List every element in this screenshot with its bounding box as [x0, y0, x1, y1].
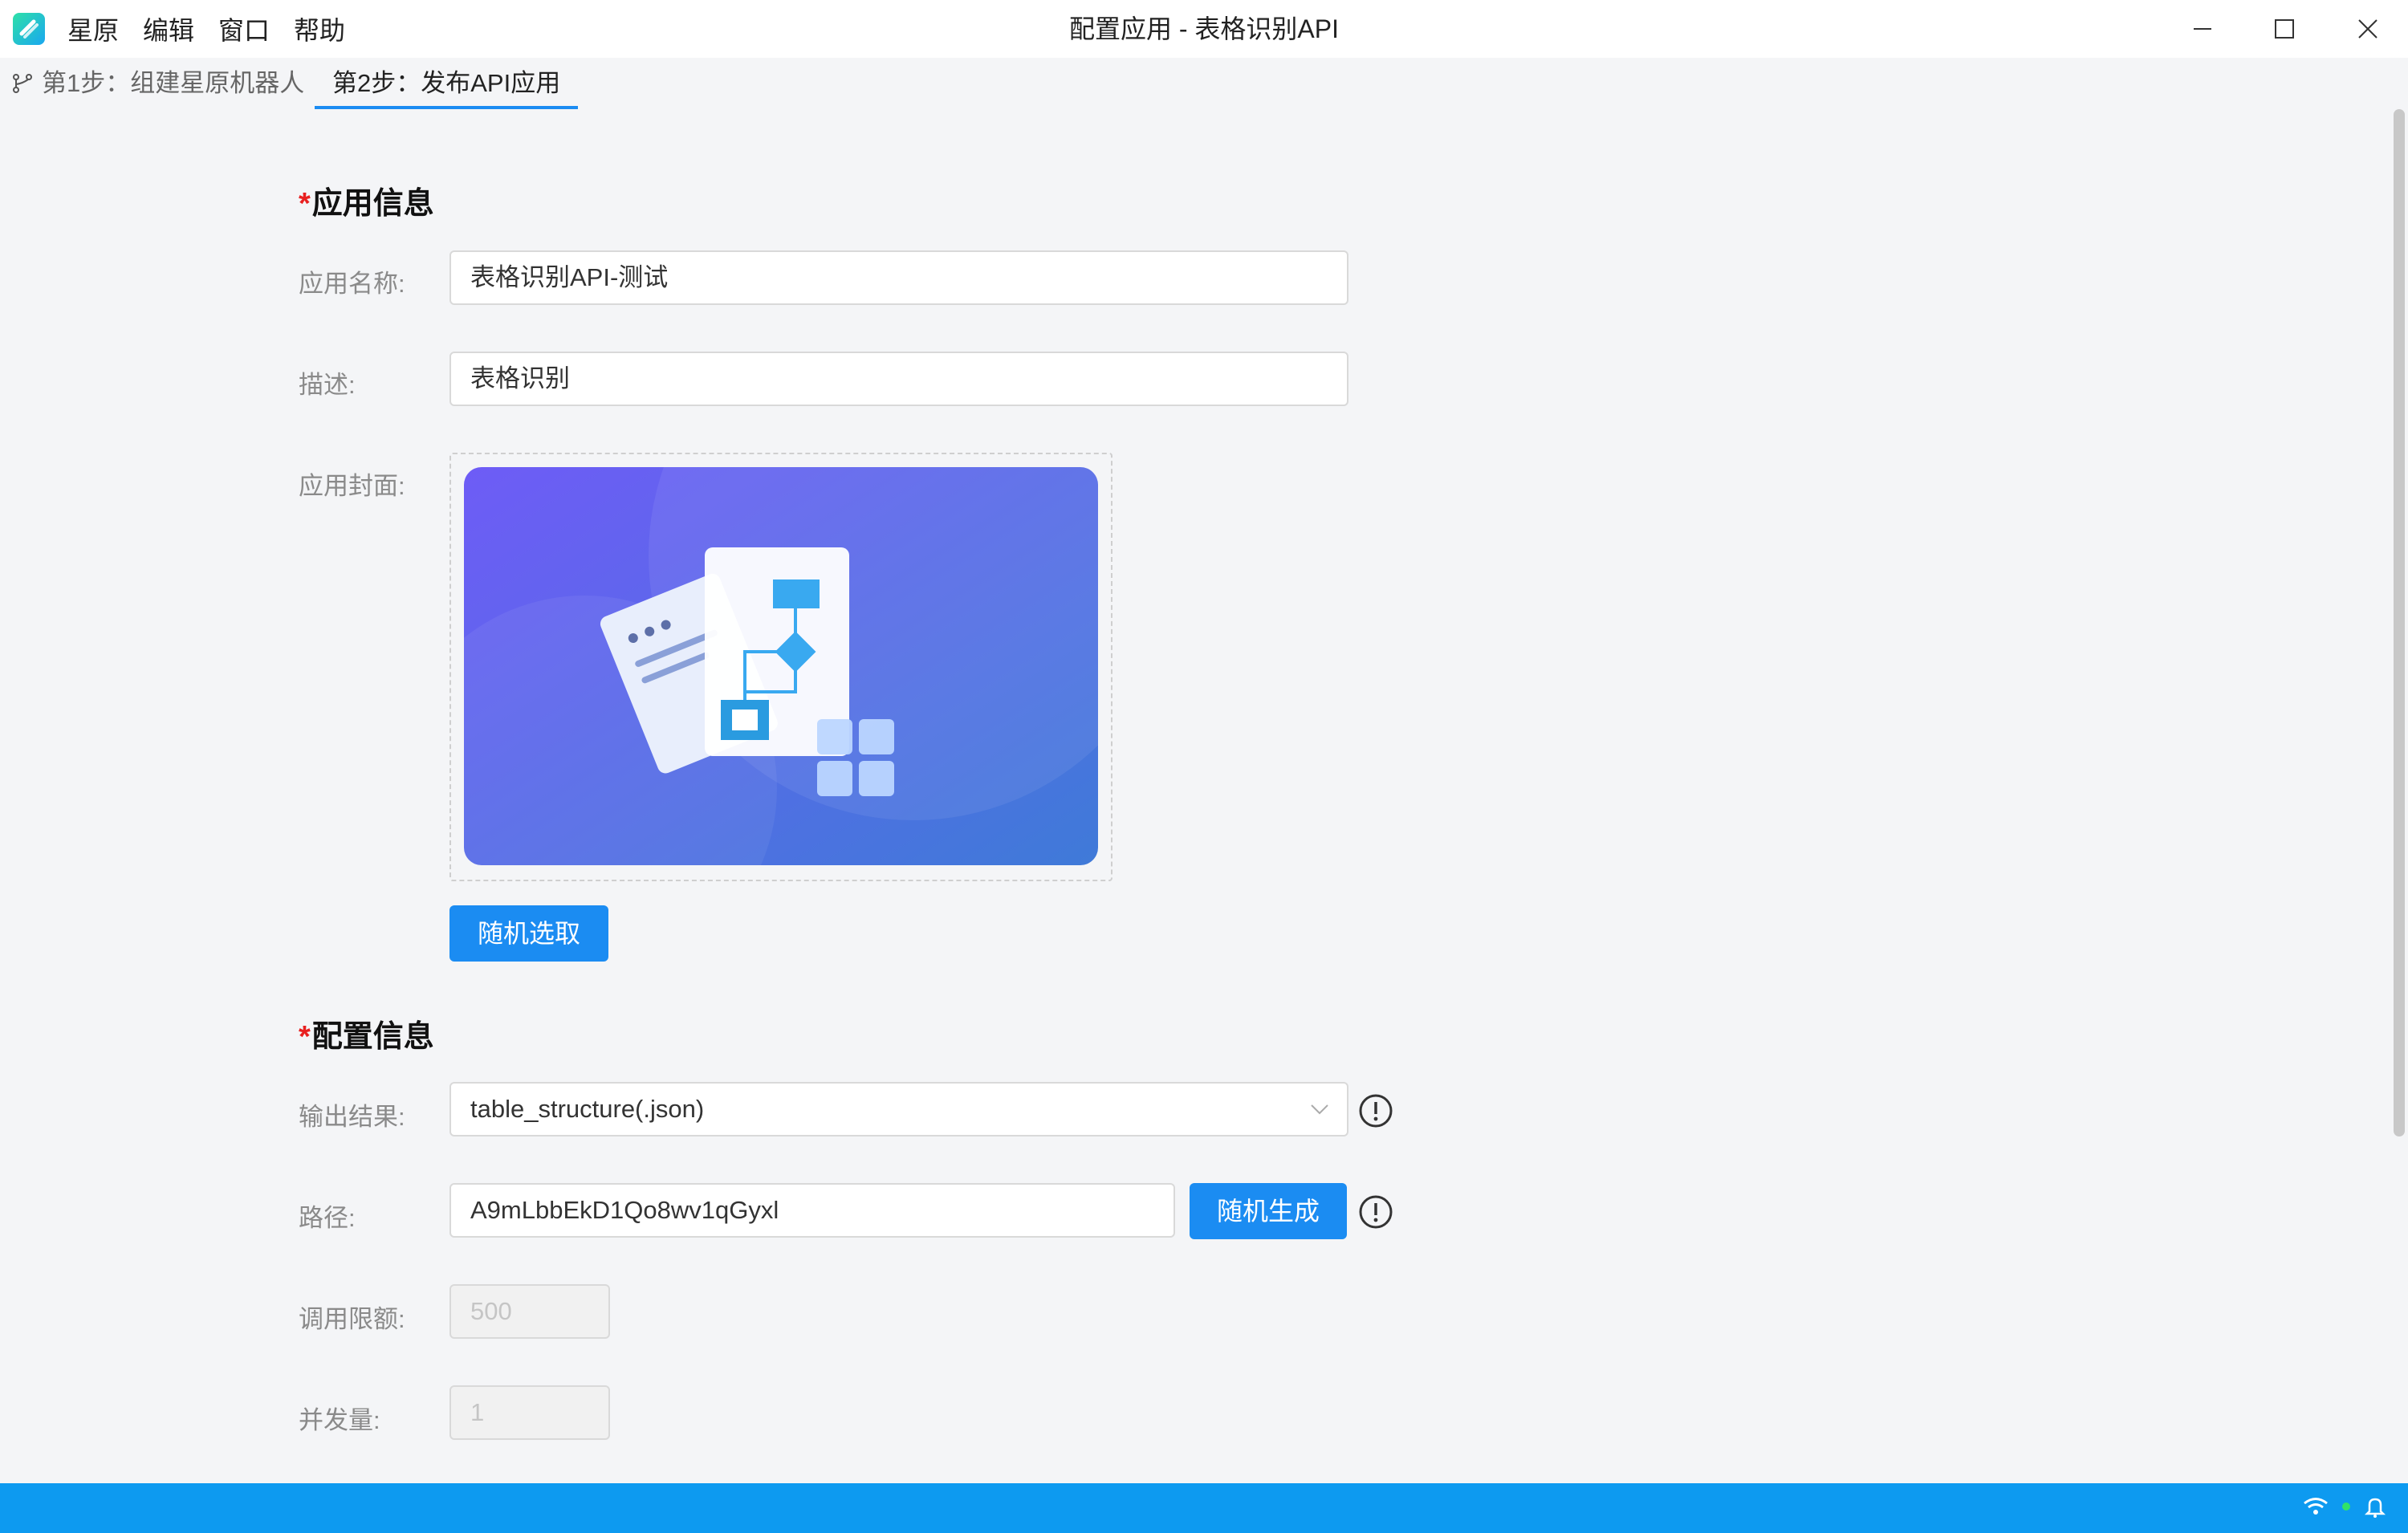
- close-icon: [2358, 19, 2377, 39]
- scrollbar[interactable]: [2394, 109, 2405, 1137]
- config-info-heading: *配置信息: [299, 1011, 434, 1055]
- random-pick-button[interactable]: 随机选取: [449, 905, 608, 962]
- branch-icon: [13, 74, 32, 93]
- output-result-label: 输出结果:: [299, 1103, 405, 1131]
- description-label: 描述:: [299, 371, 356, 399]
- app-name-input[interactable]: 表格识别API-测试: [449, 250, 1348, 305]
- minimize-icon: [2194, 28, 2211, 30]
- info-icon[interactable]: [1358, 1194, 1393, 1230]
- concurrency-input: 1: [449, 1385, 610, 1440]
- tab-step-1[interactable]: 第1步：组建星原机器人: [11, 58, 304, 109]
- app-name-label: 应用名称:: [299, 270, 405, 298]
- required-mark: *: [299, 187, 311, 221]
- bell-icon[interactable]: [2363, 1494, 2387, 1519]
- window-title: 配置应用 - 表格识别API: [1068, 14, 1340, 43]
- concurrency-label: 并发量:: [299, 1406, 380, 1434]
- status-bar: [0, 1483, 2408, 1533]
- path-label: 路径:: [299, 1204, 356, 1232]
- app-info-title: 应用信息: [311, 187, 434, 221]
- chevron-down-icon: [1311, 1104, 1328, 1115]
- cover-image: [464, 467, 1098, 865]
- app-info-heading: *应用信息: [299, 178, 434, 222]
- close-button[interactable]: [2328, 0, 2408, 58]
- maximize-button[interactable]: [2244, 0, 2325, 58]
- description-input[interactable]: 表格识别: [449, 352, 1348, 406]
- wifi-icon: [2304, 1498, 2328, 1515]
- title-bar: 星原 编辑 窗口 帮助 配置应用 - 表格识别API: [0, 0, 2408, 58]
- output-result-select[interactable]: table_structure(.json): [449, 1082, 1348, 1137]
- output-result-value: table_structure(.json): [470, 1095, 705, 1123]
- connection-status-dot: [2342, 1503, 2350, 1511]
- cover-label: 应用封面:: [299, 472, 405, 500]
- step-tabs: 第1步：组建星原机器人 第2步：发布API应用: [0, 58, 2408, 109]
- random-generate-button[interactable]: 随机生成: [1190, 1183, 1347, 1239]
- config-info-title: 配置信息: [311, 1020, 434, 1054]
- required-mark: *: [299, 1020, 311, 1054]
- tab-step-1-label: 第1步：组建星原机器人: [42, 69, 305, 97]
- maximize-icon: [2275, 19, 2294, 39]
- quota-input: 500: [449, 1284, 610, 1339]
- path-input[interactable]: A9mLbbEkD1Qo8wv1qGyxl: [449, 1183, 1175, 1238]
- info-icon[interactable]: [1358, 1093, 1393, 1128]
- tab-step-2[interactable]: 第2步：发布API应用: [315, 58, 579, 109]
- minimize-button[interactable]: [2162, 0, 2243, 58]
- quota-label: 调用限额:: [299, 1305, 405, 1333]
